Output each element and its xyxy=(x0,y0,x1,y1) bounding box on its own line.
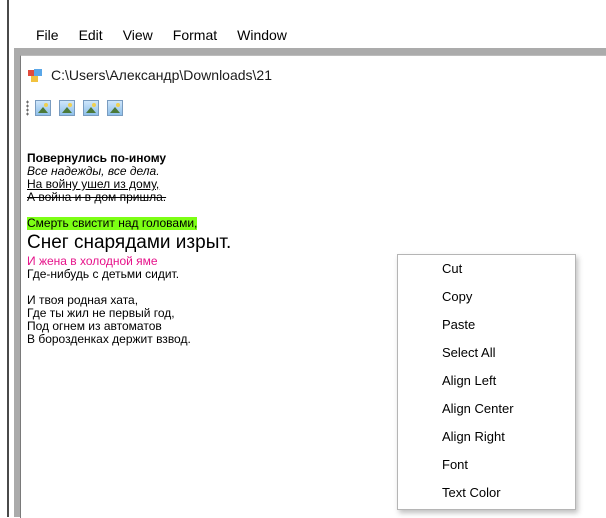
menu-edit[interactable]: Edit xyxy=(69,27,113,43)
image-icon[interactable] xyxy=(59,100,75,116)
toolbar xyxy=(21,94,606,122)
menu-view[interactable]: View xyxy=(113,27,163,43)
document-title-bar[interactable]: C:\Users\Александр\Downloads\21 xyxy=(21,56,606,94)
app-icon xyxy=(27,67,43,83)
menu-bar: File Edit View Format Window xyxy=(14,22,606,48)
context-item-align-left[interactable]: Align Left xyxy=(398,367,575,395)
menu-window[interactable]: Window xyxy=(227,27,297,43)
text-line: Где-нибудь с детьми сидит. xyxy=(27,267,180,281)
image-icon[interactable] xyxy=(83,100,99,116)
text-line: В борозденках держит взвод. xyxy=(27,332,191,346)
image-icon[interactable] xyxy=(107,100,123,116)
context-item-cut[interactable]: Cut xyxy=(398,255,575,283)
toolbar-grip-icon[interactable] xyxy=(26,100,29,116)
menu-format[interactable]: Format xyxy=(163,27,227,43)
context-item-font[interactable]: Font xyxy=(398,451,575,479)
left-window-edge xyxy=(0,0,14,517)
context-item-select-all[interactable]: Select All xyxy=(398,339,575,367)
context-item-paste[interactable]: Paste xyxy=(398,311,575,339)
text-line: А война и в дом пришла. xyxy=(27,190,167,204)
rich-text-editor[interactable]: Повернулись по-иному Все надежды, все де… xyxy=(27,152,397,346)
context-item-text-color[interactable]: Text Color xyxy=(398,479,575,507)
highlighted-text-line: Смерть свистит над головами, xyxy=(27,216,198,230)
document-title: C:\Users\Александр\Downloads\21 xyxy=(51,67,272,83)
context-item-align-right[interactable]: Align Right xyxy=(398,423,575,451)
menu-file[interactable]: File xyxy=(14,27,69,43)
image-icon[interactable] xyxy=(35,100,51,116)
context-item-align-center[interactable]: Align Center xyxy=(398,395,575,423)
context-item-copy[interactable]: Copy xyxy=(398,283,575,311)
context-menu: Cut Copy Paste Select All Align Left Ali… xyxy=(397,254,576,510)
text-line: Снег снарядами изрыт. xyxy=(27,232,232,253)
